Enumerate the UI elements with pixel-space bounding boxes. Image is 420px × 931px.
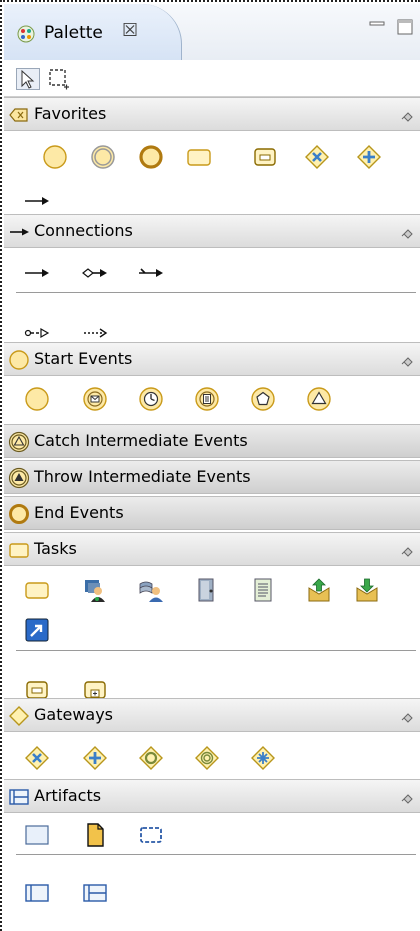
tab-palette[interactable]: Palette ☒ [4,4,182,60]
data-object-icon[interactable] [80,820,110,850]
drawer-label: Catch Intermediate Events [34,431,248,450]
parallel-gateway-icon[interactable] [80,743,110,773]
conditional-flow-icon[interactable] [80,258,110,288]
sub-process-icon[interactable] [250,142,280,172]
drawer-separator [16,650,416,651]
drawer-catch-intermediate-events[interactable]: Catch Intermediate Events [4,424,420,458]
palette-icon [17,25,35,43]
end-event-icon[interactable] [136,142,166,172]
marquee-select-icon[interactable] [48,68,70,90]
lane-icon[interactable] [80,878,110,908]
group-icon[interactable] [136,820,166,850]
drawer-label: Favorites [34,104,107,123]
drawer-separator [16,292,416,293]
tab-title: Palette [44,23,103,43]
pin-icon[interactable] [398,107,414,123]
drawer-label: Start Events [34,349,133,368]
task-icon[interactable] [184,142,214,172]
drawer-start-events[interactable]: Start Events [4,342,420,376]
drawer-label: Connections [34,221,133,240]
sequence-flow-icon[interactable] [22,186,52,216]
palette-view: Palette ☒ Favorites Connections Start Even… [0,0,420,931]
manual-task-icon[interactable] [136,575,166,605]
message-start-event-icon[interactable] [80,384,110,414]
favorites-drawer-icon [9,108,28,122]
sequence-flow-icon[interactable] [22,258,52,288]
pin-icon[interactable] [398,542,414,558]
intermediate-event-icon[interactable] [88,142,118,172]
drawer-label: Throw Intermediate Events [34,467,251,486]
complex-gateway-icon[interactable] [248,743,278,773]
exclusive-gateway-icon[interactable] [302,142,332,172]
receive-task-icon[interactable] [352,575,382,605]
end-events-drawer-icon [9,504,29,524]
parallel-gateway-icon[interactable] [354,142,384,172]
drawer-favorites[interactable]: Favorites [4,97,420,131]
script-task-icon[interactable] [248,575,278,605]
drawer-label: Gateways [34,705,114,724]
inclusive-gateway-icon[interactable] [136,743,166,773]
select-arrow-icon [21,69,35,89]
maximize-icon[interactable] [396,18,414,36]
connections-drawer-icon [10,228,29,236]
drawer-separator [16,854,416,855]
send-task-icon[interactable] [304,575,334,605]
task-icon[interactable] [22,575,52,605]
drawer-label: Artifacts [34,786,102,805]
tools-row [4,60,420,97]
drawer-label: Tasks [34,539,77,558]
throw-intermediate-events-drawer-icon [8,467,30,489]
close-tab-button[interactable]: ☒ [122,20,138,41]
timer-start-event-icon[interactable] [136,384,166,414]
conditional-start-event-icon[interactable] [192,384,222,414]
catch-intermediate-events-drawer-icon [8,431,30,453]
pin-icon[interactable] [398,352,414,368]
start-event-icon[interactable] [22,384,52,414]
minimize-icon[interactable] [368,18,386,36]
drawer-artifacts[interactable]: Artifacts [4,779,420,813]
drawer-throw-intermediate-events[interactable]: Throw Intermediate Events [4,460,420,494]
signal-start-event-icon[interactable] [304,384,334,414]
drawer-connections[interactable]: Connections [4,214,420,248]
artifacts-drawer-icon [9,789,29,805]
event-gateway-icon[interactable] [192,743,222,773]
text-annotation-icon[interactable] [22,820,52,850]
drawer-end-events[interactable]: End Events [4,496,420,530]
pin-icon[interactable] [398,789,414,805]
drawer-label: End Events [34,503,124,522]
service-task-icon[interactable] [192,575,222,605]
call-activity-icon[interactable] [22,615,52,645]
pin-icon[interactable] [398,224,414,240]
tasks-drawer-icon [9,543,29,558]
start-events-drawer-icon [9,350,29,370]
user-task-icon[interactable] [80,575,110,605]
default-flow-icon[interactable] [136,258,166,288]
start-event-icon[interactable] [40,142,70,172]
pin-icon[interactable] [398,708,414,724]
pool-icon[interactable] [22,878,52,908]
exclusive-gateway-icon[interactable] [22,743,52,773]
multiple-start-event-icon[interactable] [248,384,278,414]
drawer-gateways[interactable]: Gateways [4,698,420,732]
drawer-tasks[interactable]: Tasks [4,532,420,566]
view-tab-bar: Palette ☒ [4,4,420,61]
gateways-drawer-icon [9,706,29,726]
select-tool-button[interactable] [16,68,40,90]
